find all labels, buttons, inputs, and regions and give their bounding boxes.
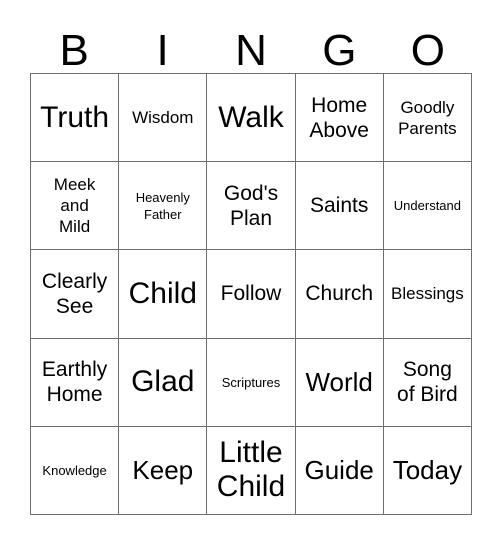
bingo-cell[interactable]: Church [295, 250, 384, 339]
bingo-cell[interactable]: Today [383, 426, 472, 515]
bingo-cell-label: Walk [218, 100, 284, 134]
bingo-header-letter-o: O [410, 26, 445, 75]
bingo-cell[interactable]: Keep [119, 426, 208, 515]
bingo-cell-label: Meek and Mild [53, 175, 96, 237]
bingo-cell-label: Knowledge [42, 462, 107, 478]
bingo-cell[interactable]: Saints [295, 162, 384, 251]
bingo-header-letter-i: I [156, 26, 169, 75]
bingo-cell[interactable]: Guide [295, 426, 384, 515]
bingo-cell[interactable]: Truth [31, 74, 120, 163]
bingo-cell[interactable]: World [295, 338, 384, 427]
bingo-cell[interactable]: Child [119, 250, 208, 339]
bingo-cell[interactable]: Song of Bird [383, 338, 472, 427]
bingo-cell-label: World [305, 367, 373, 398]
bingo-cell[interactable]: Glad [119, 338, 208, 427]
bingo-header-letter-b: B [59, 26, 89, 75]
bingo-cell-label: Wisdom [132, 108, 194, 128]
bingo-cell[interactable]: Wisdom [119, 74, 208, 163]
bingo-cell[interactable]: Meek and Mild [31, 162, 120, 251]
bingo-cell[interactable]: Understand [383, 162, 472, 251]
bingo-cell[interactable]: Blessings [383, 250, 472, 339]
bingo-cell-label: Keep [132, 455, 194, 486]
bingo-cell[interactable]: Home Above [295, 74, 384, 163]
bingo-cell-label: Today [392, 455, 463, 486]
bingo-cell[interactable]: Little Child [207, 426, 296, 515]
bingo-cell-label: Song of Bird [397, 358, 458, 407]
bingo-cell[interactable]: Knowledge [31, 426, 120, 515]
bingo-cell-label: Clearly See [41, 269, 108, 318]
bingo-cell[interactable]: Scriptures [207, 338, 296, 427]
bingo-card: B I N G O Truth Wisdom Walk Home Above G… [0, 0, 500, 544]
bingo-cell-label: Follow [220, 282, 282, 306]
bingo-cell[interactable]: Earthly Home [31, 338, 120, 427]
bingo-cell-label: Guide [304, 455, 374, 486]
bingo-cell-label: God's Plan [223, 181, 279, 230]
bingo-header-letter-n: N [235, 26, 267, 75]
bingo-cell-label: Earthly Home [41, 358, 108, 407]
bingo-cell-label: Truth [40, 100, 110, 134]
bingo-header-row: B I N G O [30, 18, 472, 73]
bingo-cell-label: Little Child [216, 436, 286, 504]
bingo-cell[interactable]: Walk [207, 74, 296, 163]
bingo-cell[interactable]: Clearly See [31, 250, 120, 339]
bingo-cell-label: Scriptures [221, 374, 281, 390]
bingo-cell-label: Church [305, 282, 374, 306]
bingo-cell-label: Saints [310, 194, 369, 218]
bingo-cell-label: Glad [131, 365, 195, 399]
bingo-header-letter-g: G [322, 26, 357, 75]
bingo-grid: Truth Wisdom Walk Home Above Goodly Pare… [30, 73, 472, 515]
bingo-cell[interactable]: Follow [207, 250, 296, 339]
bingo-cell-label: Blessings [391, 284, 464, 304]
bingo-cell[interactable]: Goodly Parents [383, 74, 472, 163]
bingo-cell-label: Heavenly Father [135, 189, 190, 222]
bingo-cell[interactable]: Heavenly Father [119, 162, 208, 251]
bingo-cell-label: Understand [393, 198, 461, 214]
bingo-cell[interactable]: God's Plan [207, 162, 296, 251]
bingo-cell-label: Child [128, 276, 197, 310]
bingo-cell-label: Goodly Parents [398, 97, 457, 138]
bingo-cell-label: Home Above [309, 93, 369, 142]
